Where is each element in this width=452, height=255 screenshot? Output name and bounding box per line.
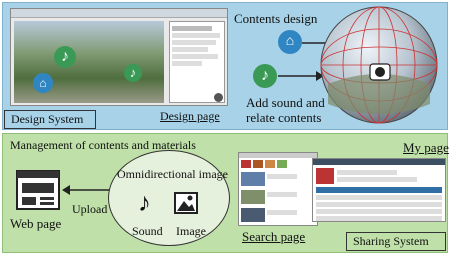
browser-toolbar <box>11 9 227 18</box>
omnidirectional-image-label: Omnidirectional image <box>117 167 228 181</box>
web-page-label: Web page <box>10 216 62 231</box>
sound-label: Sound <box>132 224 163 238</box>
upload-arrow <box>62 185 110 195</box>
relate-contents-label: relate contents <box>246 110 322 125</box>
location-pin-icon[interactable]: ⌂ <box>33 73 53 93</box>
gear-icon[interactable] <box>214 93 223 102</box>
search-page-screenshot <box>238 152 318 226</box>
design-system-label: Design System <box>4 110 96 129</box>
design-page-label: Design page <box>160 109 220 123</box>
music-note-icon[interactable]: ♪ <box>54 46 76 68</box>
search-page-label: Search page <box>242 229 306 244</box>
image-label: Image <box>176 224 206 238</box>
music-note-icon: ♪ <box>138 188 151 217</box>
sharing-system-label: Sharing System <box>346 232 446 251</box>
upload-label: Upload <box>72 202 108 216</box>
music-note-icon[interactable]: ♪ <box>253 64 277 88</box>
my-page-label: My page <box>403 140 449 155</box>
materials-ellipse <box>108 150 230 246</box>
omnidirectional-sphere <box>320 6 438 124</box>
music-note-icon[interactable]: ♪ <box>124 64 142 82</box>
arrow <box>278 71 324 81</box>
web-page-icon <box>16 170 60 210</box>
add-sound-label: Add sound and <box>246 95 325 110</box>
image-icon <box>174 192 198 214</box>
editor-form <box>169 21 225 103</box>
my-page-screenshot <box>312 158 446 222</box>
location-pin-icon[interactable]: ⌂ <box>278 30 302 54</box>
contents-design-label: Contents design <box>234 11 318 26</box>
